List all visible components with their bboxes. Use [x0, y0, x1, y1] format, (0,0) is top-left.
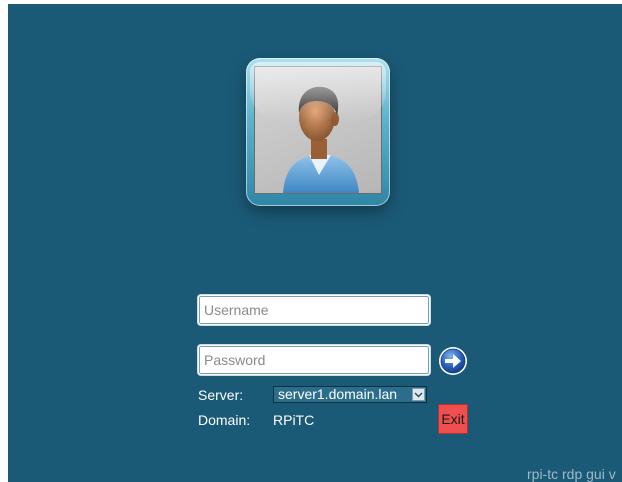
password-input[interactable] — [198, 345, 430, 375]
chevron-down-icon[interactable] — [412, 388, 425, 401]
login-screen: Server: server1.domain.lan Domain: RPiTC… — [8, 4, 622, 482]
arrow-right-icon — [439, 347, 467, 375]
server-selected-value: server1.domain.lan — [278, 386, 398, 402]
version-footer: rpi-tc rdp gui v — [527, 466, 616, 482]
login-submit-button[interactable] — [438, 346, 468, 376]
avatar-frame — [246, 58, 390, 206]
username-input[interactable] — [198, 295, 430, 325]
user-avatar-icon — [254, 66, 382, 194]
domain-value: RPiTC — [273, 412, 315, 428]
exit-button[interactable]: Exit — [438, 404, 468, 434]
domain-label: Domain: — [198, 412, 251, 428]
server-select[interactable]: server1.domain.lan — [273, 386, 427, 403]
server-label: Server: — [198, 387, 244, 403]
